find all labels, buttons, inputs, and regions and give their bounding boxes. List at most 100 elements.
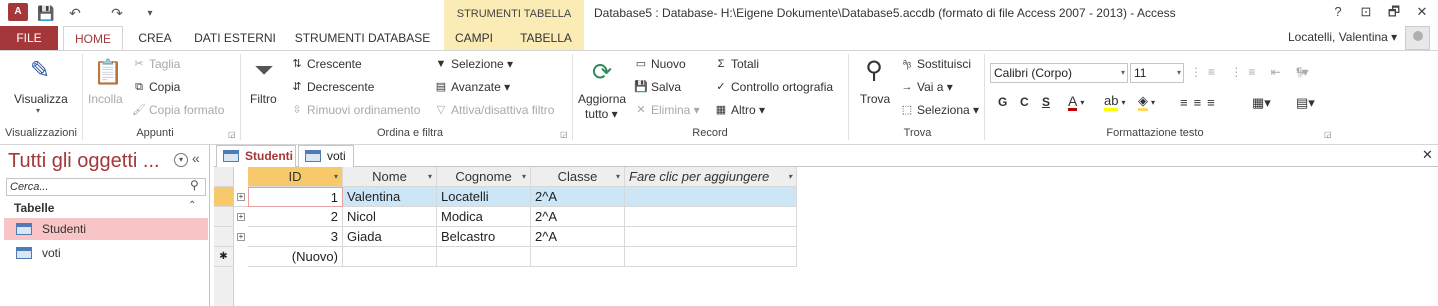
close-document-icon[interactable]: ✕ [1422,147,1433,163]
fill-color-icon[interactable]: ◈ ▾ [1138,94,1155,111]
column-header-classe[interactable]: Classe ▾ [531,167,625,187]
table-cell[interactable]: Belcastro [437,227,531,247]
table-cell[interactable]: 2 [248,207,343,227]
doc-tab-voti[interactable]: voti [298,145,354,167]
nav-menu-chevron-icon[interactable]: ▾ [174,153,188,167]
design-view-icon[interactable]: ✎ [24,56,56,86]
customize-qat-icon[interactable]: ▾ [142,3,158,23]
launcher-icon[interactable]: ◲ [228,130,236,139]
undo-icon[interactable]: ↶ [64,3,86,23]
ribbon-display-button[interactable]: ⊡ [1352,2,1380,22]
column-header-add-field[interactable]: Fare clic per aggiungere ▾ [625,167,797,187]
table-cell[interactable] [531,247,625,267]
refresh-icon[interactable]: ⟳ [586,58,618,88]
column-header-id[interactable]: ID ▾ [248,167,343,187]
expand-icon[interactable]: + [237,233,245,241]
row-selector[interactable] [214,207,234,227]
altro-button[interactable]: ▦ Altro ▾ [714,103,765,117]
expand-icon[interactable]: + [237,193,245,201]
table-cell[interactable] [625,247,797,267]
rimuovi-ordinamento-button[interactable]: ⇳ Rimuovi ordinamento [290,103,420,117]
table-cell[interactable] [343,247,437,267]
nav-search-input[interactable]: Cerca... [6,178,206,196]
copia-formato-button[interactable]: 🖌 Copia formato [132,103,224,117]
row-selector[interactable] [214,227,234,247]
column-header-nome[interactable]: Nome ▾ [343,167,437,187]
user-account[interactable]: Locatelli, Valentina ▾ [1288,30,1397,44]
launcher-icon[interactable]: ◲ [1324,130,1332,139]
font-size-select[interactable]: 11 ▾ [1130,63,1184,83]
avatar[interactable] [1405,26,1430,50]
tab-home[interactable]: HOME [63,26,123,51]
seleziona-button[interactable]: ⬚ Seleziona ▾ [900,103,979,117]
table-cell[interactable]: 3 [248,227,343,247]
aggiorna-dropdown[interactable]: tutto ▾ [585,107,618,121]
nav-item-voti[interactable]: voti [4,242,208,264]
tab-strumenti-database[interactable]: STRUMENTI DATABASE [290,26,435,50]
nuovo-button[interactable]: ▭ Nuovo [634,57,686,71]
doc-tab-studenti[interactable]: Studenti [216,145,296,167]
salva-button[interactable]: 💾 Salva [634,80,681,94]
table-cell[interactable] [625,187,797,207]
table-cell[interactable]: 2^A [531,227,625,247]
aggiorna-button[interactable]: Aggiorna [578,92,626,106]
underline-button[interactable]: S [1042,95,1050,109]
crescente-button[interactable]: ⇅ Crescente [290,57,361,71]
filter-icon[interactable]: ⏷ [248,56,280,86]
avanzate-button[interactable]: ▤ Avanzate ▾ [434,80,510,94]
chevron-down-icon[interactable]: ▾ [788,167,792,186]
column-header-cognome[interactable]: Cognome ▾ [437,167,531,187]
italic-button[interactable]: C [1020,95,1029,109]
table-cell[interactable]: Locatelli [437,187,531,207]
chevron-down-icon[interactable]: ▾ [36,106,40,115]
collapse-pane-icon[interactable]: « [192,150,200,166]
font-color-icon[interactable]: A ▾ [1068,94,1084,111]
tab-crea[interactable]: CREA [130,26,180,50]
sostituisci-button[interactable]: ᵃᵦ Sostituisci [900,57,971,71]
table-cell[interactable]: 2^A [531,207,625,227]
redo-icon[interactable]: ↷ [106,3,128,23]
select-all-corner[interactable] [214,167,234,187]
binoculars-icon[interactable]: ⚲ [858,56,890,86]
bold-button[interactable]: G [998,95,1007,109]
row-selector[interactable] [214,187,234,207]
table-cell[interactable] [625,227,797,247]
paragraph-direction-icon[interactable]: ¶▾ [1296,65,1308,79]
collapse-section-icon[interactable]: ⌃ [188,200,196,211]
nav-section-tabelle[interactable]: Tabelle [0,199,210,217]
new-record-cell[interactable]: (Nuovo) [248,247,343,267]
paste-icon[interactable]: 📋 [92,58,124,88]
copia-button[interactable]: ⧉ Copia [132,80,180,94]
tab-campi[interactable]: CAMPI [444,26,504,50]
tab-tabella[interactable]: TABELLA [510,26,582,50]
table-cell[interactable]: Nicol [343,207,437,227]
incolla-button[interactable]: Incolla [88,92,123,106]
expand-icon[interactable]: + [237,213,245,221]
decrescente-button[interactable]: ⇵ Decrescente [290,80,374,94]
elimina-button[interactable]: ✕ Elimina ▾ [634,103,699,117]
align-icons[interactable]: ≡≡≡ [1180,95,1221,110]
search-icon[interactable]: ⚲ [190,178,199,192]
highlight-icon[interactable]: ab ▾ [1104,94,1125,111]
table-cell[interactable] [625,207,797,227]
alt-row-color-icon[interactable]: ▤▾ [1296,95,1315,111]
vai-a-button[interactable]: → Vai a ▾ [900,80,953,94]
chevron-down-icon[interactable]: ▾ [522,167,526,186]
table-cell[interactable]: Modica [437,207,531,227]
restore-button[interactable]: 🗗 [1380,2,1408,22]
table-cell[interactable]: 1 [248,187,343,207]
chevron-down-icon[interactable]: ▾ [616,167,620,186]
selezione-button[interactable]: ▼ Selezione ▾ [434,57,514,71]
save-icon[interactable]: 💾 [36,3,56,23]
visualizza-button[interactable]: Visualizza [14,92,68,106]
font-name-select[interactable]: Calibri (Corpo) ▾ [990,63,1128,83]
attiva-filtro-button[interactable]: ▽ Attiva/disattiva filtro [434,103,555,117]
table-cell[interactable]: Valentina [343,187,437,207]
gridlines-icon[interactable]: ▦▾ [1252,95,1271,111]
access-app-icon[interactable]: A [8,3,28,21]
nav-pane-title[interactable]: Tutti gli oggetti ... [8,150,160,173]
tab-dati-esterni[interactable]: DATI ESTERNI [190,26,280,50]
trova-button[interactable]: Trova [860,92,890,106]
table-cell[interactable]: 2^A [531,187,625,207]
tab-file[interactable]: FILE [0,26,58,50]
